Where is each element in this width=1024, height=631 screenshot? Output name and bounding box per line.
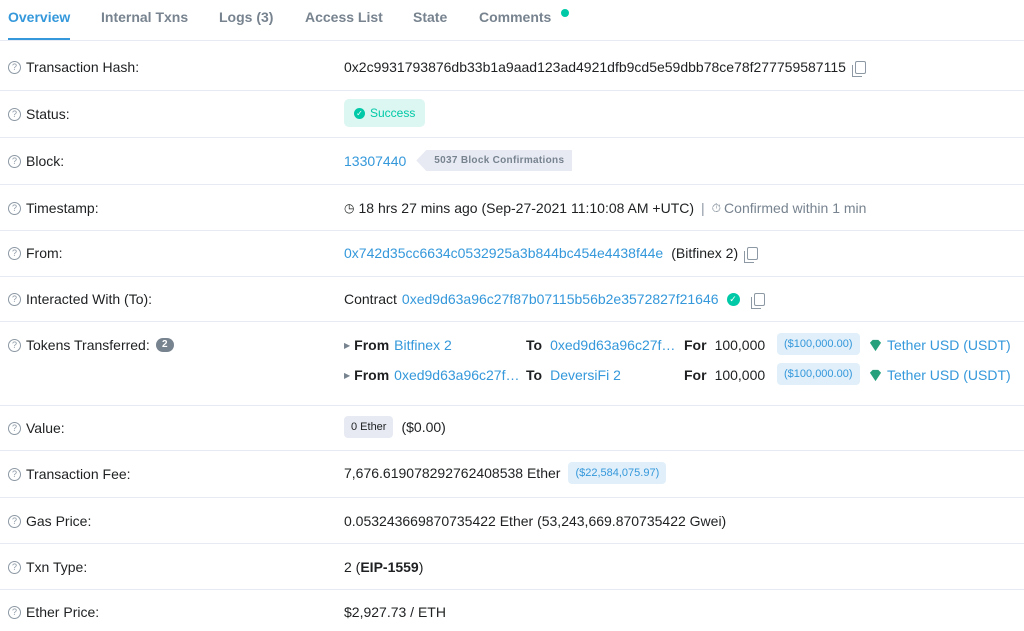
label-gas-price: Gas Price: [26, 513, 92, 529]
for-label: For [684, 337, 707, 353]
label-transaction-hash: Transaction Hash: [26, 59, 140, 75]
timestamp-value: 18 hrs 27 mins ago (Sep-27-2021 11:10:08… [358, 200, 695, 216]
verified-check-icon: ✓ [726, 292, 740, 306]
label-block: Block: [26, 153, 65, 169]
copy-icon[interactable] [744, 246, 759, 263]
token-transfer-row: ▶ From 0xed9d63a96c27f… [344, 367, 519, 383]
help-icon[interactable]: ? [8, 560, 21, 574]
to-label: To [526, 337, 543, 353]
transfer-amount: 100,000 [714, 337, 766, 353]
contract-prefix: Contract [344, 291, 397, 307]
help-icon[interactable]: ? [8, 107, 21, 121]
transfer-from-link[interactable]: 0xed9d63a96c27f… [394, 367, 519, 383]
help-icon[interactable]: ? [8, 338, 21, 352]
caret-right-icon: ▶ [344, 340, 351, 350]
from-label: From [354, 337, 390, 353]
help-icon[interactable]: ? [8, 246, 21, 260]
value-ether-pill: 0 Ether [344, 416, 394, 438]
help-icon[interactable]: ? [8, 292, 21, 306]
ether-price-value: $2,927.73 / ETH [344, 604, 446, 620]
transfer-to-link[interactable]: 0xed9d63a96c27f… [550, 337, 675, 353]
copy-icon[interactable] [750, 292, 765, 309]
label-from: From: [26, 245, 63, 261]
label-txn-type: Txn Type: [26, 559, 88, 575]
block-number-link[interactable]: 13307440 [344, 153, 406, 169]
transaction-fee-value: 7,676.619078292762408538 Ether [344, 465, 561, 481]
token-count-badge: 2 [155, 338, 174, 352]
tab-internal-txns[interactable]: Internal Txns [101, 0, 188, 38]
label-timestamp: Timestamp: [26, 200, 99, 216]
label-interacted-with: Interacted With (To): [26, 291, 153, 307]
token-transfer-row: ▶ From Bitfinex 2 [344, 337, 452, 353]
clock-icon: ◷ [344, 201, 355, 215]
comments-notification-dot [561, 9, 569, 17]
row-from: ? From: 0x742d35cc6634c0532925a3b844bc45… [0, 231, 1024, 277]
from-label: From [354, 367, 390, 383]
row-status: ? Status: ✓ Success [0, 91, 1024, 138]
txn-type-close: ) [418, 559, 424, 575]
help-icon[interactable]: ? [8, 421, 21, 435]
transfer-usd-value: ($100,000.00) [777, 363, 860, 385]
row-transaction-fee: ? Transaction Fee: 7,676.619078292762408… [0, 451, 1024, 498]
tab-logs[interactable]: Logs (3) [219, 0, 273, 38]
tab-overview[interactable]: Overview [8, 0, 71, 40]
tether-token-icon [869, 369, 882, 381]
status-badge: ✓ Success [344, 99, 426, 127]
row-gas-price: ? Gas Price: 0.053243669870735422 Ether … [0, 498, 1024, 544]
for-label: For [684, 367, 707, 383]
row-interacted-with: ? Interacted With (To): Contract 0xed9d6… [0, 277, 1024, 322]
token-name-link[interactable]: Tether USD (USDT) [887, 367, 1011, 383]
row-tokens-transferred: ? Tokens Transferred: 2 ▶ From Bitfinex … [0, 322, 1024, 406]
row-ether-price: ? Ether Price: $2,927.73 / ETH [0, 590, 1024, 630]
label-transaction-fee: Transaction Fee: [26, 466, 131, 482]
confirmed-within: Confirmed within 1 min [724, 200, 867, 216]
help-icon[interactable]: ? [8, 60, 21, 74]
tab-bar: Overview Internal Txns Logs (3) Access L… [0, 0, 1024, 41]
separator: | [701, 200, 705, 216]
transfer-amount: 100,000 [714, 367, 766, 383]
help-icon[interactable]: ? [8, 154, 21, 168]
label-tokens-transferred: Tokens Transferred: [26, 337, 150, 353]
label-status: Status: [26, 106, 70, 122]
token-name-link[interactable]: Tether USD (USDT) [887, 337, 1011, 353]
tab-access-list[interactable]: Access List [305, 0, 383, 38]
row-value: ? Value: 0 Ether ($0.00) [0, 406, 1024, 451]
label-value: Value: [26, 420, 65, 436]
help-icon[interactable]: ? [8, 201, 21, 215]
contract-address-link[interactable]: 0xed9d63a96c27f87b07115b56b2e3572827f216… [402, 291, 719, 307]
txn-type-kind: EIP-1559 [360, 559, 419, 575]
copy-icon[interactable] [851, 60, 866, 77]
tether-token-icon [869, 339, 882, 351]
stopwatch-icon: ⏱ [711, 200, 722, 215]
txn-type-number: 2 ( [344, 559, 361, 575]
status-text: Success [370, 106, 416, 120]
gas-price-value: 0.053243669870735422 Ether (53,243,669.8… [344, 513, 727, 529]
tab-state[interactable]: State [413, 0, 447, 38]
to-label: To [526, 367, 543, 383]
transfer-usd-value: ($100,000.00) [777, 333, 860, 355]
value-usd: ($0.00) [401, 419, 446, 435]
check-circle-icon: ✓ [354, 107, 365, 119]
row-transaction-hash: ? Transaction Hash: 0x2c9931793876db33b1… [0, 41, 1024, 91]
transaction-fee-usd: ($22,584,075.97) [568, 462, 667, 484]
caret-right-icon: ▶ [344, 370, 351, 380]
row-txn-type: ? Txn Type: 2 (EIP-1559) [0, 544, 1024, 590]
from-name-tag: (Bitfinex 2) [671, 245, 739, 261]
from-address-link[interactable]: 0x742d35cc6634c0532925a3b844bc454e4438f4… [344, 245, 663, 261]
block-confirmations-badge: 5037 Block Confirmations [416, 150, 573, 171]
help-icon[interactable]: ? [8, 514, 21, 528]
help-icon[interactable]: ? [8, 605, 21, 619]
tab-comments[interactable]: Comments [479, 0, 551, 38]
label-ether-price: Ether Price: [26, 604, 100, 620]
row-timestamp: ? Timestamp: ◷ 18 hrs 27 mins ago (Sep-2… [0, 185, 1024, 231]
row-block: ? Block: 13307440 5037 Block Confirmatio… [0, 138, 1024, 185]
transfer-to-link[interactable]: DeversiFi 2 [550, 367, 621, 383]
help-icon[interactable]: ? [8, 467, 21, 481]
transaction-hash-value: 0x2c9931793876db33b1a9aad123ad4921dfb9cd… [344, 59, 846, 75]
transfer-from-link[interactable]: Bitfinex 2 [394, 337, 452, 353]
